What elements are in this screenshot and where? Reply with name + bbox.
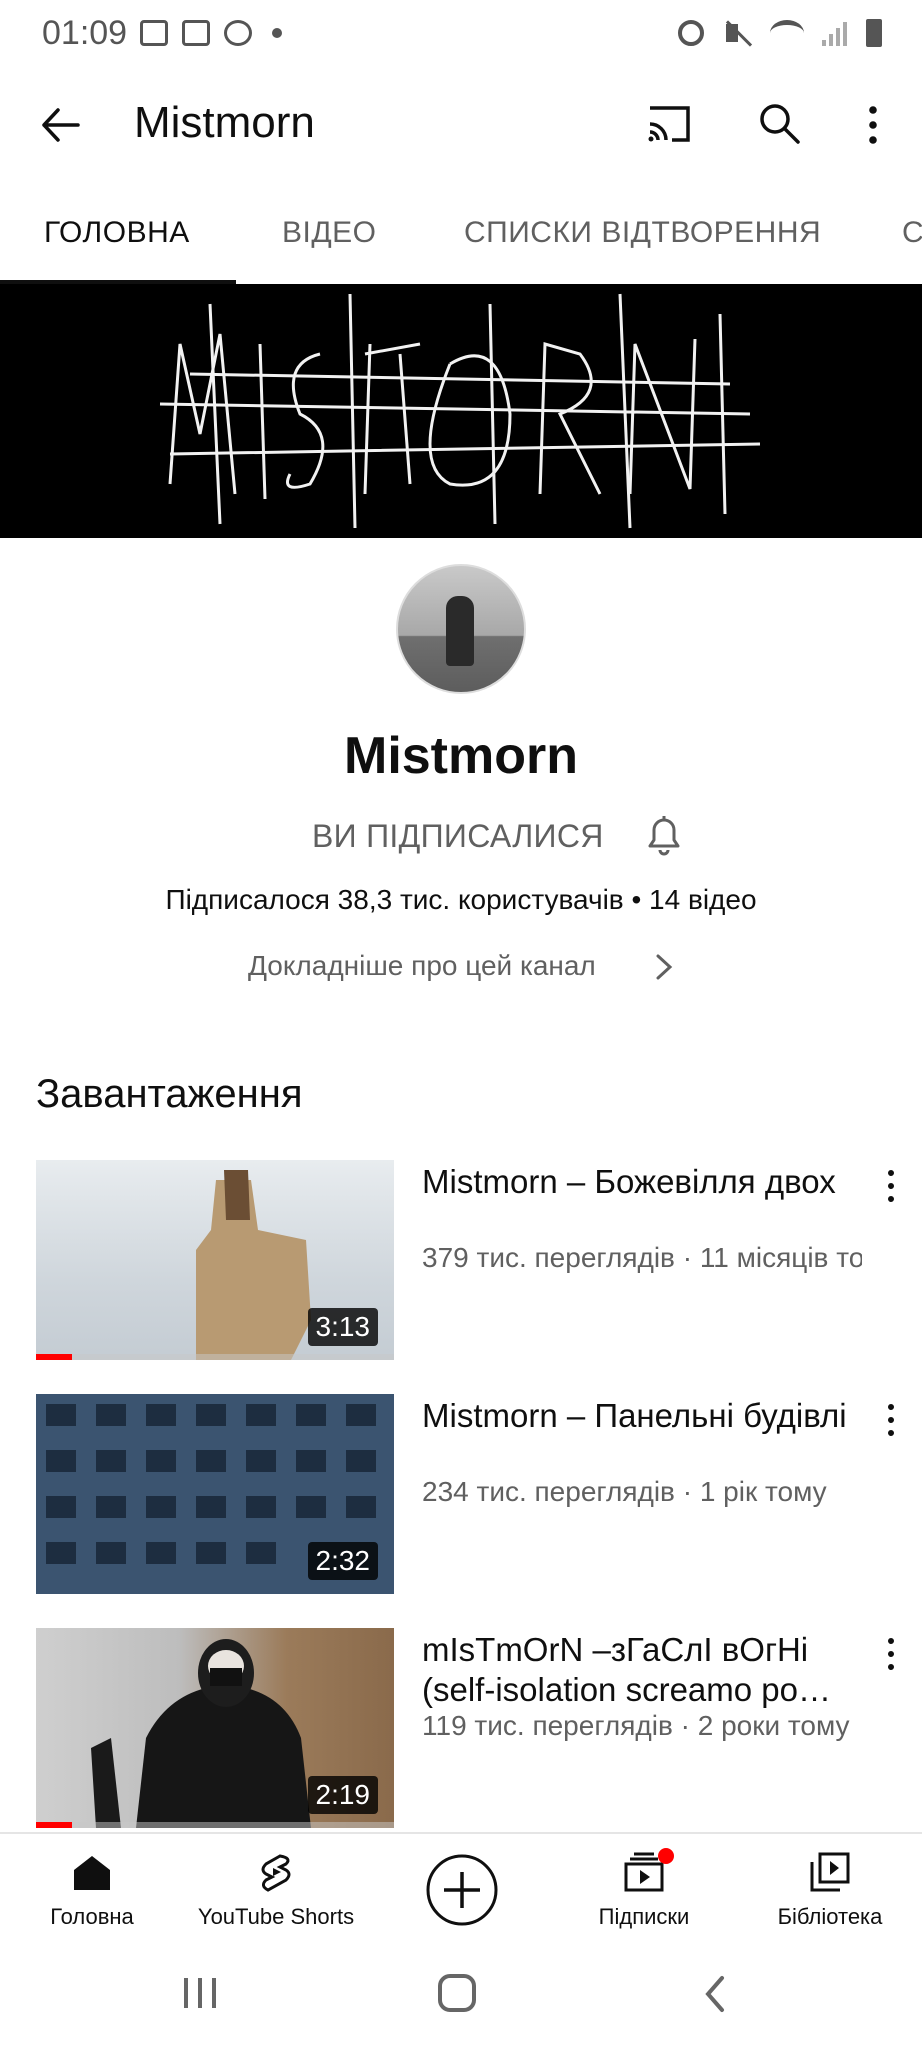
system-back-icon[interactable] xyxy=(700,1974,730,2014)
progress-track xyxy=(36,1354,394,1360)
system-navigation-bar xyxy=(0,1938,922,2048)
nav-label-home: Головна xyxy=(50,1904,134,1929)
banner-logo-art xyxy=(159,293,761,529)
notification-icons xyxy=(140,20,282,46)
status-time: 01:09 xyxy=(42,14,128,52)
video-list-item[interactable]: 2:19 mIsTmOrN –зГаСлІ вОгНі (self-isolat… xyxy=(0,1628,922,1828)
signal-icon xyxy=(822,20,848,46)
library-icon xyxy=(810,1852,850,1892)
tab-playlists[interactable]: СПИСКИ ВІДТВОРЕННЯ xyxy=(464,216,821,250)
video-duration: 3:13 xyxy=(307,1308,378,1346)
mute-icon xyxy=(722,18,752,48)
video-thumbnail[interactable]: 2:32 xyxy=(36,1394,394,1594)
video-list-item[interactable]: 3:13 Mistmorn – Божевілля двох 379 тис. … xyxy=(0,1160,922,1360)
gallery-icon xyxy=(140,20,168,46)
alarm-icon xyxy=(678,20,704,46)
video-duration: 2:19 xyxy=(307,1776,378,1814)
video-title[interactable]: Mistmorn – Божевілля двох xyxy=(422,1162,862,1202)
video-title[interactable]: mIsTmOrN –зГаСлІ вОгНі (self-isolation s… xyxy=(422,1630,862,1710)
channel-tabs: ГОЛОВНА ВІДЕО СПИСКИ ВІДТВОРЕННЯ С xyxy=(0,200,922,284)
video-duration: 2:32 xyxy=(307,1542,378,1580)
nav-label-subscriptions: Підписки xyxy=(598,1904,690,1929)
back-arrow-icon[interactable] xyxy=(38,102,84,148)
video-thumbnail[interactable]: 2:19 xyxy=(36,1628,394,1828)
search-icon[interactable] xyxy=(756,100,802,146)
system-status-icons xyxy=(678,18,882,48)
status-bar: 01:09 xyxy=(0,0,922,70)
cast-icon[interactable] xyxy=(644,100,694,146)
video-meta: 119 тис. переглядів · 2 роки тому xyxy=(422,1710,850,1741)
video-more-icon[interactable] xyxy=(876,1400,906,1440)
watch-progress-bar xyxy=(36,1354,72,1360)
app-notification-icon xyxy=(224,20,252,46)
avatar-figure xyxy=(446,596,474,666)
shorts-icon xyxy=(261,1854,291,1892)
about-channel-link[interactable]: Докладніше про цей канал xyxy=(248,950,596,982)
bottom-navigation: Головна YouTube Shorts Підписки Бібліоте… xyxy=(0,1832,922,1938)
page-title: Mistmorn xyxy=(134,98,315,147)
video-more-icon[interactable] xyxy=(876,1166,906,1206)
tab-community[interactable]: С xyxy=(902,216,922,250)
channel-avatar[interactable] xyxy=(396,564,526,694)
app-bar: Mistmorn xyxy=(0,70,922,180)
nav-label-library: Бібліотека xyxy=(777,1904,883,1929)
create-icon[interactable] xyxy=(424,1852,500,1928)
more-notifications-dot-icon xyxy=(272,28,282,38)
more-vert-icon[interactable] xyxy=(858,102,888,148)
chevron-right-icon[interactable] xyxy=(652,950,676,984)
nav-item-shorts[interactable]: YouTube Shorts xyxy=(184,1834,368,1940)
nav-label-shorts: YouTube Shorts xyxy=(197,1904,355,1929)
video-title[interactable]: Mistmorn – Панельні будівлі xyxy=(422,1396,862,1436)
wifi-icon xyxy=(770,20,804,46)
uploads-section-title: Завантаження xyxy=(36,1072,303,1116)
watch-progress-bar xyxy=(36,1822,72,1828)
nav-item-subscriptions[interactable]: Підписки xyxy=(552,1834,736,1940)
recent-apps-icon[interactable] xyxy=(180,1976,220,2010)
bell-icon[interactable] xyxy=(642,810,686,858)
channel-banner xyxy=(0,284,922,538)
video-meta: 234 тис. переглядів · 1 рік тому xyxy=(422,1476,827,1507)
home-icon xyxy=(74,1856,110,1890)
video-list-item[interactable]: 2:32 Mistmorn – Панельні будівлі 234 тис… xyxy=(0,1394,922,1594)
tab-home[interactable]: ГОЛОВНА xyxy=(44,216,190,250)
calendar-icon xyxy=(182,20,210,46)
video-thumbnail[interactable]: 3:13 xyxy=(36,1160,394,1360)
new-content-badge xyxy=(658,1848,674,1864)
channel-name: Mistmorn xyxy=(344,727,578,785)
progress-track xyxy=(36,1822,394,1828)
subscribed-button[interactable]: ВИ ПІДПИСАЛИСЯ xyxy=(312,818,604,855)
channel-stats: Підписалося 38,3 тис. користувачів • 14 … xyxy=(165,884,757,915)
home-button-icon[interactable] xyxy=(438,1974,476,2012)
battery-icon xyxy=(866,19,882,47)
video-more-icon[interactable] xyxy=(876,1634,906,1674)
video-meta: 379 тис. переглядів · 11 місяців тому xyxy=(422,1242,862,1273)
nav-item-library[interactable]: Бібліотека xyxy=(738,1834,922,1940)
nav-item-home[interactable]: Головна xyxy=(0,1834,184,1940)
tab-videos[interactable]: ВІДЕО xyxy=(282,216,377,250)
